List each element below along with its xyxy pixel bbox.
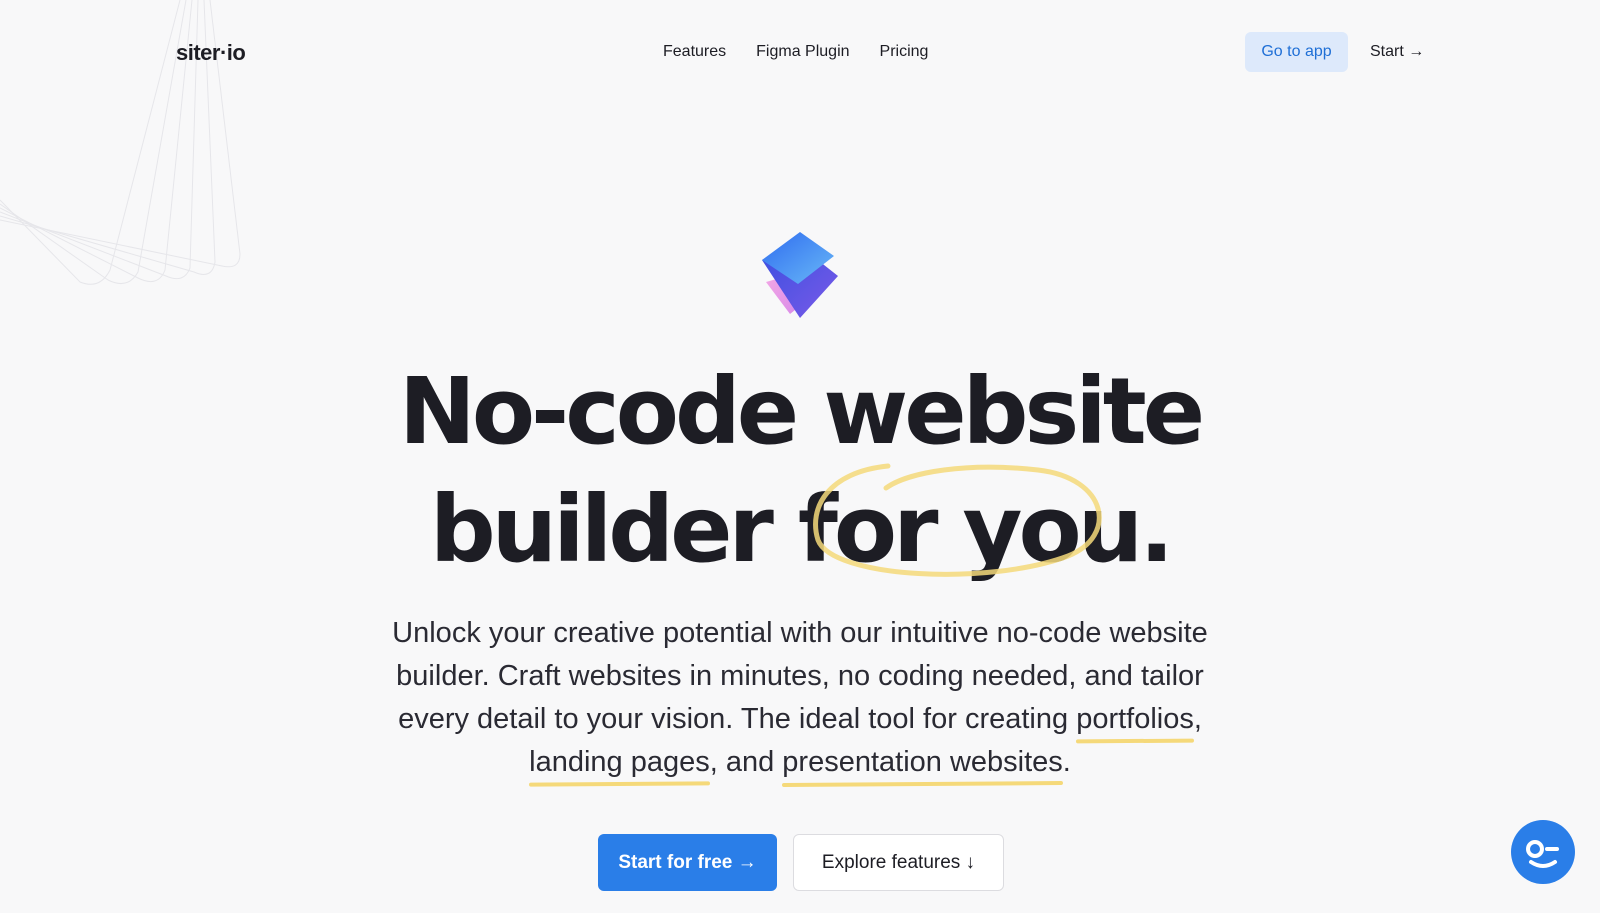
headline-highlight: for you <box>797 463 1143 590</box>
chat-support-icon <box>1526 840 1559 868</box>
hero-subtitle: Unlock your creative potential with our … <box>380 612 1220 784</box>
go-to-app-button[interactable]: Go to app <box>1245 32 1348 72</box>
headline-period: . <box>1139 476 1174 583</box>
hero-headline-line1: No-code website <box>398 358 1205 465</box>
subtitle-end: . <box>1062 746 1071 778</box>
main-nav: Features Figma Plugin Pricing <box>663 43 928 61</box>
logo-mark-icon <box>762 232 838 318</box>
nav-pricing[interactable]: Pricing <box>880 43 929 61</box>
chat-support-button[interactable] <box>1511 820 1575 884</box>
site-header: siter·io Features Figma Plugin Pricing G… <box>0 0 1600 104</box>
start-for-free-button[interactable]: Start for free → <box>598 834 777 891</box>
site-logo[interactable]: siter·io <box>176 40 246 66</box>
link-portfolios[interactable]: portfolios <box>1076 698 1194 741</box>
nav-figma-plugin[interactable]: Figma Plugin <box>756 43 849 61</box>
nav-features[interactable]: Features <box>663 43 726 61</box>
start-link[interactable]: Start → <box>1370 43 1424 61</box>
subtitle-separator: , and <box>709 746 783 778</box>
explore-features-button[interactable]: Explore features ↓ <box>793 834 1004 891</box>
subtitle-separator: , <box>1193 703 1202 735</box>
link-landing-pages[interactable]: landing pages <box>529 741 710 784</box>
hero-headline-line2: builder for you. <box>0 463 1600 590</box>
headline-highlight-text: for you <box>797 476 1143 583</box>
headline-word-builder: builder <box>429 476 798 583</box>
link-presentation-websites[interactable]: presentation websites <box>782 741 1063 784</box>
